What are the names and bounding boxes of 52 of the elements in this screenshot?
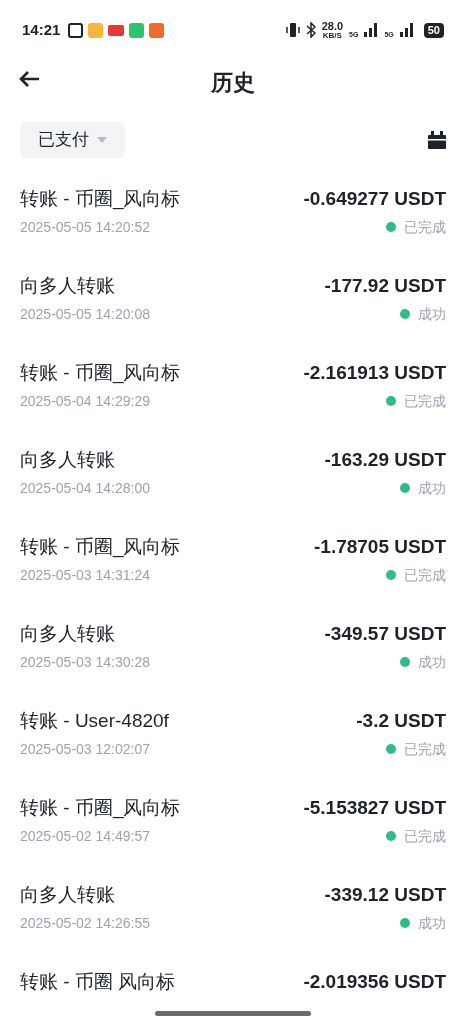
network-speed: 28.0 <box>321 20 344 32</box>
transaction-title: 向多人转账 <box>20 622 116 646</box>
back-button[interactable] <box>18 70 40 88</box>
transaction-status: 已完成 <box>404 740 446 759</box>
transaction-title: 转账 - 币圈_风向标 <box>20 187 181 212</box>
transaction-date: 2025-05-02 14:26:55 <box>20 914 150 933</box>
transaction-date: 2025-05-05 14:20:52 <box>20 218 151 237</box>
transaction-title: 转账 - User-4820f <box>20 709 169 733</box>
transaction-status: 成功 <box>418 479 446 498</box>
vibrate-icon <box>285 22 300 38</box>
transaction-amount: -2.161913 USDT <box>303 361 446 385</box>
transaction-date: 2025-05-05 14:20:08 <box>20 305 150 324</box>
page-title: 历史 <box>211 68 255 97</box>
transaction-status: 已完成 <box>404 218 446 237</box>
back-arrow-icon <box>18 70 40 88</box>
bluetooth-icon <box>305 22 316 38</box>
transaction-amount: -177.92 USDT <box>324 274 446 298</box>
signal-icon <box>399 23 414 37</box>
transaction-title: 转账 - 币圈_风向标 <box>20 796 181 821</box>
transaction-amount: -5.153827 USDT <box>303 796 446 820</box>
transaction-status: 成功 <box>418 305 446 324</box>
transaction-date: 2025-05-03 14:30:28 <box>20 653 150 672</box>
transaction-title: 向多人转账 <box>20 274 116 298</box>
transaction-status: 成功 <box>418 653 446 672</box>
signal-icon <box>364 23 379 37</box>
transaction-amount: -163.29 USDT <box>324 448 446 472</box>
calendar-icon[interactable] <box>428 131 446 149</box>
transaction-amount: -0.649277 USDT <box>303 187 446 211</box>
transaction-status: 成功 <box>418 914 446 933</box>
transaction-date: 2025-05-03 14:31:24 <box>20 566 151 585</box>
transaction-amount: -339.12 USDT <box>324 883 446 907</box>
transaction-amount: -2.019356 USDT <box>303 970 446 994</box>
transaction-amount: -3.2 USDT <box>356 709 446 733</box>
transaction-title: 转账 - 币圈 风向标 <box>20 970 176 994</box>
transaction-title: 转账 - 币圈_风向标 <box>20 361 181 386</box>
status-filter-dropdown[interactable]: 已支付 <box>20 122 125 158</box>
transaction-title: 转账 - 币圈_风向标 <box>20 535 181 560</box>
transaction-date: 2025-05-02 14:49:57 <box>20 827 151 846</box>
transaction-title: 向多人转账 <box>20 448 116 472</box>
transaction-amount: -349.57 USDT <box>324 622 446 646</box>
transaction-amount: -1.78705 USDT <box>314 535 446 559</box>
transaction-status: 已完成 <box>404 566 446 585</box>
transaction-status: 已完成 <box>404 827 446 846</box>
transaction-date: 2025-05-04 14:29:29 <box>20 392 151 411</box>
status-time: 14:21 <box>22 19 61 40</box>
network-speed-unit: KB/S <box>322 31 342 40</box>
transaction-status: 已完成 <box>404 392 446 411</box>
transaction-title: 向多人转账 <box>20 883 116 907</box>
battery-level: 50 <box>423 22 444 38</box>
dropdown-caret-icon <box>97 137 107 143</box>
transaction-date: 2025-05-03 12:02:07 <box>20 740 151 759</box>
transaction-date: 2025-05-04 14:28:00 <box>20 479 150 498</box>
